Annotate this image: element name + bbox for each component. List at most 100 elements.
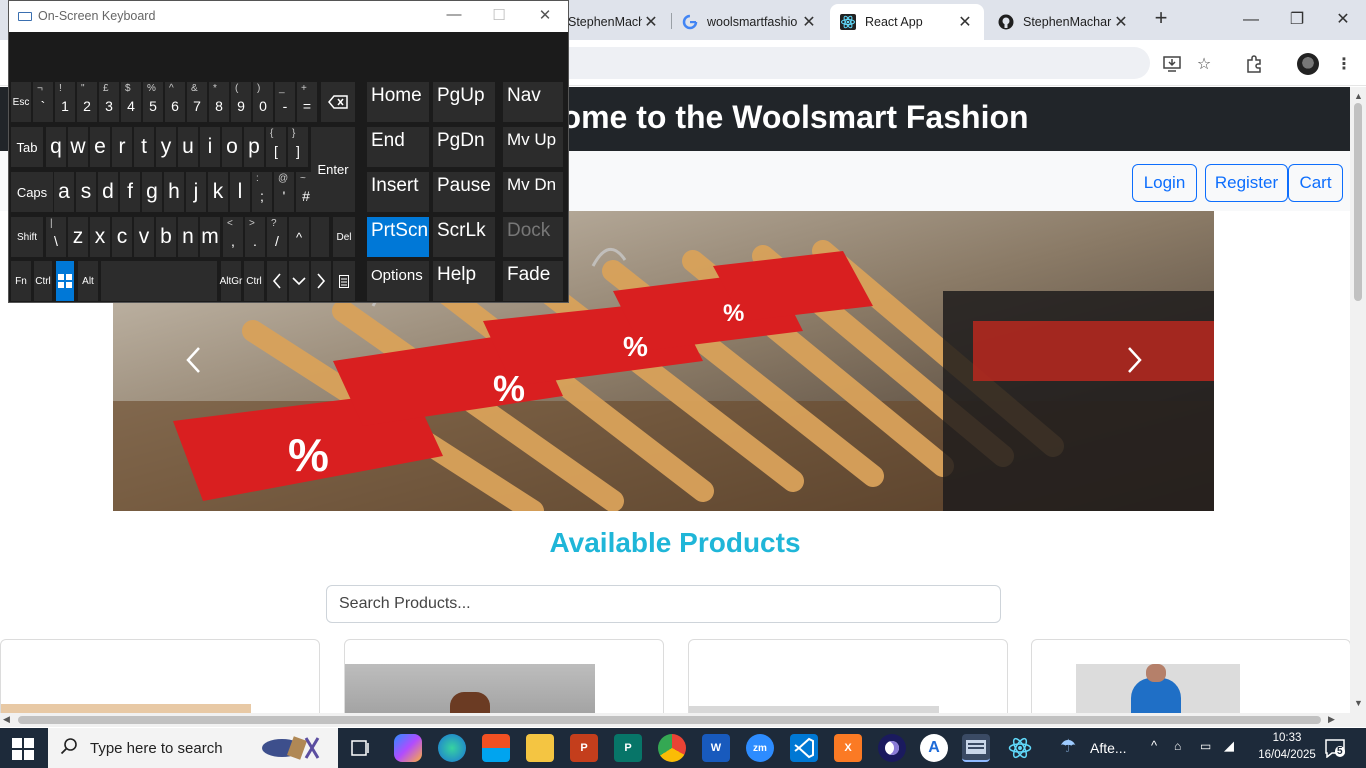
key-6[interactable]: ^ 6	[165, 82, 185, 122]
react-taskbar-icon[interactable]	[1006, 734, 1034, 762]
tab-close-icon[interactable]: ✕	[800, 12, 818, 32]
key-b[interactable]: b	[156, 217, 176, 257]
key-`[interactable]: ¬ `	[33, 82, 53, 122]
product-card[interactable]	[688, 639, 1008, 713]
key-0[interactable]: ) 0	[253, 82, 273, 122]
edge-browser-icon[interactable]	[438, 734, 466, 762]
key-s[interactable]: s	[76, 172, 96, 212]
word-icon[interactable]: W	[702, 734, 730, 762]
windows-start-icon[interactable]	[12, 738, 34, 760]
key-y[interactable]: y	[156, 127, 176, 167]
product-card[interactable]	[1031, 639, 1350, 713]
key-j[interactable]: j	[186, 172, 206, 212]
menu-kebab-icon[interactable]: ⋮	[1332, 52, 1356, 76]
key-e[interactable]: e	[90, 127, 110, 167]
key-p[interactable]: p	[244, 127, 264, 167]
vertical-scroll-thumb[interactable]	[1354, 103, 1362, 301]
key-1[interactable]: ! 1	[55, 82, 75, 122]
extensions-icon[interactable]	[1242, 52, 1266, 76]
key-shift[interactable]: Shift	[11, 217, 43, 257]
menu-key[interactable]	[333, 261, 355, 301]
key-z[interactable]: z	[68, 217, 88, 257]
battery-icon[interactable]: ▭	[1200, 739, 1211, 753]
key-t[interactable]: t	[134, 127, 154, 167]
task-view-icon[interactable]	[346, 734, 374, 762]
pause-key[interactable]: Pause	[433, 172, 495, 212]
dock-key[interactable]: Dock	[503, 217, 563, 257]
key-caps[interactable]: Caps	[11, 172, 53, 212]
insert-key[interactable]: Insert	[367, 172, 429, 212]
tab-close-icon[interactable]: ✕	[1112, 12, 1130, 32]
options-key[interactable]: Options	[367, 261, 429, 301]
key-space[interactable]	[101, 261, 217, 301]
restore-icon[interactable]: ❐	[1274, 6, 1320, 34]
carousel-next-icon[interactable]	[1119, 345, 1149, 375]
powerpoint-icon[interactable]: P	[570, 734, 598, 762]
key-4[interactable]: $4	[121, 82, 141, 122]
copilot-icon[interactable]	[394, 734, 422, 762]
address-bar[interactable]	[540, 47, 1150, 79]
key-right-ctrl[interactable]: Ctrl	[244, 261, 264, 301]
horizontal-scrollbar[interactable]: ◀ ▶	[0, 713, 1366, 727]
key-h[interactable]: h	[164, 172, 184, 212]
home-key[interactable]: Home	[367, 82, 429, 122]
backspace-key[interactable]	[321, 82, 355, 122]
key-a[interactable]: a	[54, 172, 74, 212]
key-ctrl[interactable]: Ctrl	[34, 261, 52, 301]
key-'[interactable]: @ '	[274, 172, 294, 212]
carousel-prev-icon[interactable]	[179, 345, 209, 375]
scrlk-key[interactable]: ScrLk	[433, 217, 495, 257]
key-d[interactable]: d	[98, 172, 118, 212]
fade-key[interactable]: Fade	[503, 261, 563, 301]
vscode-icon[interactable]	[790, 734, 818, 762]
weather-text[interactable]: Afte...	[1090, 740, 1127, 756]
tab-react-app[interactable]: React App ✕	[830, 4, 984, 40]
key-x[interactable]: x	[90, 217, 110, 257]
network-tray-icon[interactable]: ⌂	[1174, 739, 1181, 753]
key-/[interactable]: ? /	[267, 217, 287, 257]
right-arrow-key[interactable]	[311, 261, 331, 301]
pgup-key[interactable]: PgUp	[433, 82, 495, 122]
key-m[interactable]: m	[200, 217, 220, 257]
key-#[interactable]: ~ #	[296, 172, 316, 212]
clock-date[interactable]: 16/04/2025	[1252, 749, 1322, 761]
key-backslash[interactable]: | \	[46, 217, 66, 257]
key-f[interactable]: f	[120, 172, 140, 212]
wifi-icon[interactable]: ◢	[1224, 738, 1234, 754]
tab-woolsmart-google[interactable]: woolsmartfashio ✕	[672, 4, 828, 40]
close-icon[interactable]: ✕	[533, 6, 557, 26]
key-q[interactable]: q	[46, 127, 66, 167]
horizontal-scroll-thumb[interactable]	[18, 716, 1321, 724]
key-del[interactable]: Del	[333, 217, 355, 257]
pgdn-key[interactable]: PgDn	[433, 127, 495, 167]
login-button[interactable]: Login	[1132, 164, 1197, 202]
key--[interactable]: _ -	[275, 82, 295, 122]
minimize-icon[interactable]: —	[442, 6, 466, 26]
move-up-key[interactable]: Mv Up	[503, 127, 563, 167]
key-2[interactable]: " 2	[77, 82, 97, 122]
show-hidden-icons-icon[interactable]: ^	[1151, 738, 1157, 753]
minimize-icon[interactable]: —	[1228, 6, 1274, 34]
key-7[interactable]: & 7	[187, 82, 207, 122]
chrome-icon[interactable]	[658, 734, 686, 762]
key-fn[interactable]: Fn	[11, 261, 31, 301]
osk-titlebar[interactable]: On-Screen Keyboard — ☐ ✕	[9, 1, 568, 32]
new-tab-button[interactable]: +	[1150, 7, 1172, 30]
key-n[interactable]: n	[178, 217, 198, 257]
register-button[interactable]: Register	[1205, 164, 1288, 202]
key-9[interactable]: (9	[231, 82, 251, 122]
move-down-key[interactable]: Mv Dn	[503, 172, 563, 212]
key-[[interactable]: {[	[266, 127, 286, 167]
osk-taskbar-icon[interactable]	[962, 734, 990, 762]
left-arrow-key[interactable]	[267, 261, 287, 301]
key-][interactable]: }]	[288, 127, 308, 167]
install-app-icon[interactable]	[1160, 52, 1184, 76]
product-card[interactable]	[344, 639, 664, 713]
key-esc[interactable]: Esc	[11, 82, 31, 122]
key-o[interactable]: o	[222, 127, 242, 167]
cart-button[interactable]: Cart	[1288, 164, 1343, 202]
vertical-scrollbar[interactable]: ▲ ▼	[1350, 87, 1366, 713]
key-3[interactable]: £3	[99, 82, 119, 122]
key-k[interactable]: k	[208, 172, 228, 212]
key-g[interactable]: g	[142, 172, 162, 212]
